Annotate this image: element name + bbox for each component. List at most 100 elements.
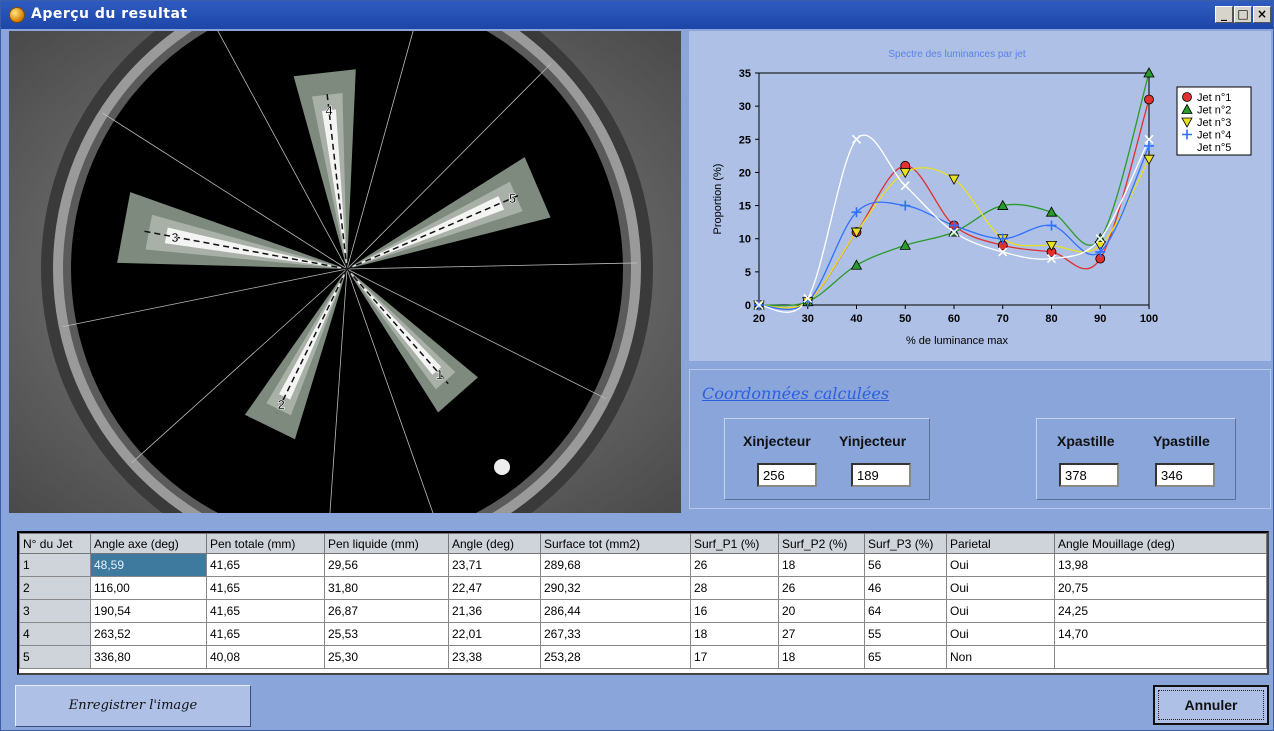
table-cell[interactable]: 28: [690, 576, 779, 600]
table-cell[interactable]: 253,28: [540, 645, 691, 669]
cancel-button[interactable]: Annuler: [1153, 685, 1269, 725]
jet-label: 4: [325, 103, 333, 118]
jet-results-table[interactable]: N° du Jet Angle axe (deg) Pen totale (mm) P…: [17, 531, 1269, 675]
y-tick-label: 0: [745, 300, 751, 312]
table-cell[interactable]: 41,65: [206, 622, 325, 646]
table-cell[interactable]: 48,59: [90, 553, 207, 577]
app-icon: [9, 7, 25, 23]
table-cell[interactable]: Non: [946, 645, 1055, 669]
row-header-cell[interactable]: 2: [19, 576, 91, 600]
column-header[interactable]: Angle (deg): [448, 533, 541, 554]
title-bar: Aperçu du resultat _ □ ×: [1, 1, 1273, 29]
table-cell[interactable]: 41,65: [206, 576, 325, 600]
table-cell[interactable]: 20,75: [1054, 576, 1267, 600]
row-header-cell[interactable]: 4: [19, 622, 91, 646]
series-line: [758, 99, 1150, 309]
table-cell[interactable]: 16: [690, 599, 779, 623]
table-row[interactable]: 1 48,59 41,65 29,56 23,71 289,68 26 18 56 Oui 13,9…: [19, 553, 1267, 577]
table-cell[interactable]: 46: [864, 576, 947, 600]
table-cell[interactable]: 29,56: [324, 553, 449, 577]
column-header[interactable]: Surf_P3 (%): [864, 533, 947, 554]
table-cell[interactable]: 23,71: [448, 553, 541, 577]
table-cell[interactable]: Oui: [946, 576, 1055, 600]
table-cell[interactable]: 40,08: [206, 645, 325, 669]
table-cell[interactable]: 25,30: [324, 645, 449, 669]
table-cell[interactable]: 56: [864, 553, 947, 577]
table-cell[interactable]: 17: [690, 645, 779, 669]
table-cell[interactable]: 26: [778, 576, 865, 600]
jet-label: 1: [436, 367, 443, 382]
table-header-row: N° du Jet Angle axe (deg) Pen totale (mm) P…: [19, 533, 1267, 554]
table-cell[interactable]: 18: [690, 622, 779, 646]
table-cell[interactable]: Oui: [946, 553, 1055, 577]
table-cell[interactable]: 116,00: [90, 576, 207, 600]
column-header[interactable]: Surf_P1 (%): [690, 533, 779, 554]
table-cell[interactable]: 24,25: [1054, 599, 1267, 623]
jet-label: 3: [171, 230, 178, 245]
column-header[interactable]: Surface tot (mm2): [540, 533, 691, 554]
row-header-cell[interactable]: 1: [19, 553, 91, 577]
save-image-button[interactable]: Enregistrer l'image: [15, 685, 251, 727]
table-cell[interactable]: 27: [778, 622, 865, 646]
table-cell[interactable]: 41,65: [206, 553, 325, 577]
table-cell[interactable]: 13,98: [1054, 553, 1267, 577]
x-tick-label: 70: [997, 313, 1009, 325]
table-row[interactable]: 5 336,80 40,08 25,30 23,38 253,28 17 18 65 Non: [19, 645, 1267, 669]
table-cell[interactable]: 23,38: [448, 645, 541, 669]
table-row[interactable]: 4 263,52 41,65 25,53 22,01 267,33 18 27 55 Oui 14,…: [19, 622, 1267, 646]
close-button[interactable]: ×: [1253, 6, 1271, 23]
xinjecteur-field[interactable]: 256: [757, 463, 817, 487]
table-cell[interactable]: 26,87: [324, 599, 449, 623]
table-cell[interactable]: 41,65: [206, 599, 325, 623]
table-cell[interactable]: Oui: [946, 622, 1055, 646]
xpastille-field[interactable]: 378: [1059, 463, 1119, 487]
y-tick-label: 10: [739, 234, 751, 246]
table-cell[interactable]: 267,33: [540, 622, 691, 646]
column-header[interactable]: N° du Jet: [19, 533, 91, 554]
table-cell[interactable]: 22,47: [448, 576, 541, 600]
table-cell[interactable]: [1054, 645, 1267, 669]
row-header-cell[interactable]: 3: [19, 599, 91, 623]
table-cell[interactable]: 18: [778, 645, 865, 669]
y-tick-label: 35: [739, 68, 751, 80]
table-cell[interactable]: 55: [864, 622, 947, 646]
column-header[interactable]: Pen liquide (mm): [324, 533, 449, 554]
x-tick-label: 100: [1140, 313, 1158, 325]
column-header[interactable]: Angle axe (deg): [90, 533, 207, 554]
y-tick-label: 25: [739, 134, 751, 146]
legend-entry: Jet n°3: [1197, 117, 1231, 129]
table-row[interactable]: 2 116,00 41,65 31,80 22,47 290,32 28 26 46 Oui 20,…: [19, 576, 1267, 600]
table-row[interactable]: 3 190,54 41,65 26,87 21,36 286,44 16 20 64 Oui 24,…: [19, 599, 1267, 623]
table-cell[interactable]: 263,52: [90, 622, 207, 646]
row-header-cell[interactable]: 5: [19, 645, 91, 669]
table-cell[interactable]: 21,36: [448, 599, 541, 623]
column-header[interactable]: Angle Mouillage (deg): [1054, 533, 1267, 554]
maximize-button[interactable]: □: [1234, 6, 1252, 23]
table-cell[interactable]: 26: [690, 553, 779, 577]
table-cell[interactable]: 190,54: [90, 599, 207, 623]
ypastille-label: Ypastille: [1153, 433, 1210, 449]
table-cell[interactable]: 20: [778, 599, 865, 623]
ypastille-field[interactable]: 346: [1155, 463, 1215, 487]
window-title: Aperçu du resultat: [31, 6, 188, 22]
table-cell[interactable]: 65: [864, 645, 947, 669]
column-header[interactable]: Parietal: [946, 533, 1055, 554]
table-cell[interactable]: 22,01: [448, 622, 541, 646]
column-header[interactable]: Surf_P2 (%): [778, 533, 865, 554]
jet-label: 2: [278, 397, 285, 412]
x-tick-label: 40: [850, 313, 862, 325]
table-cell[interactable]: 336,80: [90, 645, 207, 669]
x-tick-label: 60: [948, 313, 960, 325]
minimize-button[interactable]: _: [1215, 6, 1233, 23]
table-cell[interactable]: 64: [864, 599, 947, 623]
yinjecteur-field[interactable]: 189: [851, 463, 911, 487]
table-cell[interactable]: 14,70: [1054, 622, 1267, 646]
table-cell[interactable]: 290,32: [540, 576, 691, 600]
table-cell[interactable]: Oui: [946, 599, 1055, 623]
table-cell[interactable]: 25,53: [324, 622, 449, 646]
column-header[interactable]: Pen totale (mm): [206, 533, 325, 554]
table-cell[interactable]: 289,68: [540, 553, 691, 577]
table-cell[interactable]: 286,44: [540, 599, 691, 623]
table-cell[interactable]: 31,80: [324, 576, 449, 600]
table-cell[interactable]: 18: [778, 553, 865, 577]
